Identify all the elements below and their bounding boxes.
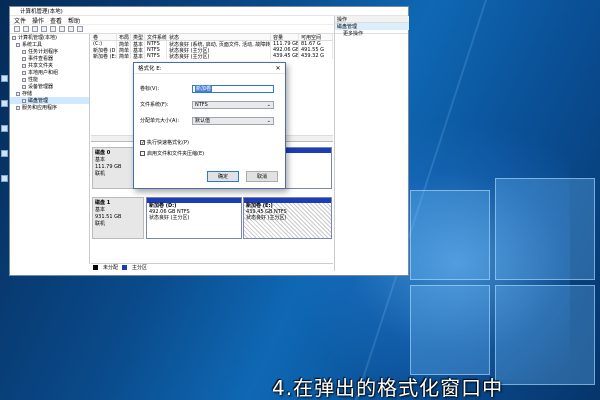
disk-size: 931.51 GB — [95, 214, 122, 220]
allocation-unit-caption: 分配单元大小(A): — [140, 118, 180, 124]
allocation-unit-select[interactable]: 默认值 ⌄ — [192, 116, 274, 125]
disk-name: 磁盘 1 — [95, 200, 111, 206]
menu-file[interactable]: 文件 — [14, 16, 26, 25]
window-title: 计算机管理(本地) — [20, 9, 63, 15]
column-header[interactable]: 布局 — [117, 34, 131, 40]
tree-item-performance[interactable]: 性能 — [10, 76, 89, 83]
quick-format-checkbox[interactable]: ✓ 执行快速格式化(P) — [140, 139, 189, 146]
performance-icon — [22, 77, 26, 82]
actions-section[interactable]: 磁盘管理 — [335, 23, 409, 30]
dialog-titlebar: 格式化 E: ✕ — [134, 63, 285, 74]
checkbox-unchecked-icon — [140, 151, 145, 156]
partition-status: 状态良好 (主分区) — [149, 215, 190, 221]
tree-item-system-tools[interactable]: 系统工具 — [10, 41, 89, 48]
tree-item-task-scheduler[interactable]: 任务计划程序 — [10, 48, 89, 55]
tree-item-local-users[interactable]: 本地用户和组 — [10, 69, 89, 76]
close-icon[interactable]: ✕ — [274, 64, 282, 72]
volume-label-row: 卷标(V): 新加卷 — [140, 84, 274, 93]
chevron-down-icon: ⌄ — [266, 117, 271, 124]
volume-label-caption: 卷标(V): — [140, 86, 160, 92]
more-actions-item[interactable]: 更多操作 — [335, 30, 409, 37]
tree-item-device-manager[interactable]: 设备管理器 — [10, 83, 89, 90]
quick-format-label: 执行快速格式化(P) — [147, 140, 189, 146]
tree-item-services[interactable]: 服务和应用程序 — [10, 104, 89, 111]
device-icon — [22, 84, 26, 89]
checkbox-checked-icon: ✓ — [140, 140, 146, 146]
column-header[interactable]: 文件系统 — [145, 34, 167, 40]
folder-icon — [22, 63, 26, 68]
settings-icon[interactable] — [77, 26, 83, 32]
actions-pane: 操作 磁盘管理 更多操作 — [334, 16, 409, 271]
event-icon — [22, 56, 26, 61]
navigation-tree: 计算机管理(本地) 系统工具 任务计划程序 事件查看器 共享文件夹 本地用户和组… — [10, 34, 90, 264]
actions-header: 操作 — [335, 16, 409, 23]
column-header[interactable]: 容量 — [271, 34, 299, 40]
up-icon[interactable] — [32, 26, 38, 32]
disk-status: 联机 — [95, 221, 106, 227]
file-system-caption: 文件系统(F): — [140, 102, 169, 108]
desktop-shortcut-icon[interactable] — [1, 75, 8, 82]
clock-icon — [22, 49, 26, 54]
table-row[interactable]: 新加卷 (E:) 简单 基本 NTFS 状态良好 (主分区) 439.45 GB… — [91, 53, 333, 59]
desktop-shortcut-icon[interactable] — [1, 175, 8, 182]
chevron-down-icon: ⌄ — [266, 101, 271, 108]
allocation-unit-value: 默认值 — [195, 118, 211, 124]
help-icon[interactable] — [50, 26, 56, 32]
menu-view[interactable]: 查看 — [50, 16, 62, 25]
column-header[interactable]: 状态 — [167, 34, 271, 40]
delete-icon[interactable] — [68, 26, 74, 32]
legend-swatch — [93, 265, 98, 270]
desktop-shortcut-icon[interactable] — [1, 150, 8, 157]
column-header[interactable]: 可用空间 — [299, 34, 333, 40]
users-icon — [22, 70, 26, 75]
file-system-value: NTFS — [195, 101, 208, 108]
back-icon[interactable] — [14, 26, 20, 32]
volume-list-header: 卷 布局 类型 文件系统 状态 容量 可用空间 — [91, 34, 333, 41]
partition-d[interactable]: 新加卷 (D:) 492.06 GB NTFS 状态良好 (主分区) — [146, 197, 242, 239]
disk-icon — [22, 98, 26, 103]
tree-item-event-viewer[interactable]: 事件查看器 — [10, 55, 89, 62]
tree-item-storage[interactable]: 存储 — [10, 90, 89, 97]
tools-icon — [16, 42, 20, 47]
legend-label: 未分配 — [103, 265, 119, 271]
cancel-button[interactable]: 取消 — [246, 171, 278, 182]
properties-icon[interactable] — [41, 26, 47, 32]
format-dialog: 格式化 E: ✕ 卷标(V): 新加卷 文件系统(F): NTFS ⌄ 分配单元… — [133, 62, 286, 189]
forward-icon[interactable] — [23, 26, 29, 32]
partition-status: 状态良好 (主分区) — [246, 215, 287, 221]
legend-label: 主分区 — [132, 265, 148, 271]
disk-legend: 未分配 主分区 — [91, 263, 333, 271]
tree-item-shared-folders[interactable]: 共享文件夹 — [10, 62, 89, 69]
tree-item-disk-management[interactable]: 磁盘管理 — [10, 97, 89, 104]
tutorial-caption: 4.在弹出的格式化窗口中 — [272, 376, 504, 400]
computer-icon — [12, 35, 16, 40]
ok-button[interactable]: 确定 — [207, 171, 239, 182]
column-header[interactable]: 类型 — [131, 34, 145, 40]
windows-logo-icon — [400, 170, 600, 390]
volume-label-value: 新加卷 — [195, 85, 213, 92]
volume-label-input[interactable]: 新加卷 — [192, 84, 274, 93]
menu-action[interactable]: 操作 — [32, 16, 44, 25]
partition-e[interactable]: 新加卷 (E:) 439.45 GB NTFS 状态良好 (主分区) — [243, 197, 332, 239]
storage-icon — [16, 91, 20, 96]
compression-checkbox[interactable]: 启用文件和文件夹压缩(E) — [140, 150, 204, 157]
column-header[interactable]: 卷 — [91, 34, 117, 40]
menu-help[interactable]: 帮助 — [68, 16, 80, 25]
legend-swatch — [122, 265, 128, 270]
file-system-select[interactable]: NTFS ⌄ — [192, 100, 274, 109]
desktop-shortcut-icon[interactable] — [1, 100, 8, 107]
refresh-icon[interactable] — [59, 26, 65, 32]
file-system-row: 文件系统(F): NTFS ⌄ — [140, 100, 274, 109]
disk-1-row: 磁盘 1 基本 931.51 GB 联机 新加卷 (D:) 492.06 GB … — [91, 197, 333, 239]
tree-item-root[interactable]: 计算机管理(本地) — [10, 34, 89, 41]
desktop-shortcut-icon[interactable] — [1, 125, 8, 132]
compression-label: 启用文件和文件夹压缩(E) — [147, 151, 205, 157]
disk-1-info[interactable]: 磁盘 1 基本 931.51 GB 联机 — [92, 197, 144, 239]
desktop-icons — [0, 70, 9, 200]
services-icon — [16, 105, 20, 110]
allocation-unit-row: 分配单元大小(A): 默认值 ⌄ — [140, 116, 274, 125]
disk-type: 基本 — [95, 207, 106, 213]
dialog-title: 格式化 E: — [138, 66, 162, 72]
